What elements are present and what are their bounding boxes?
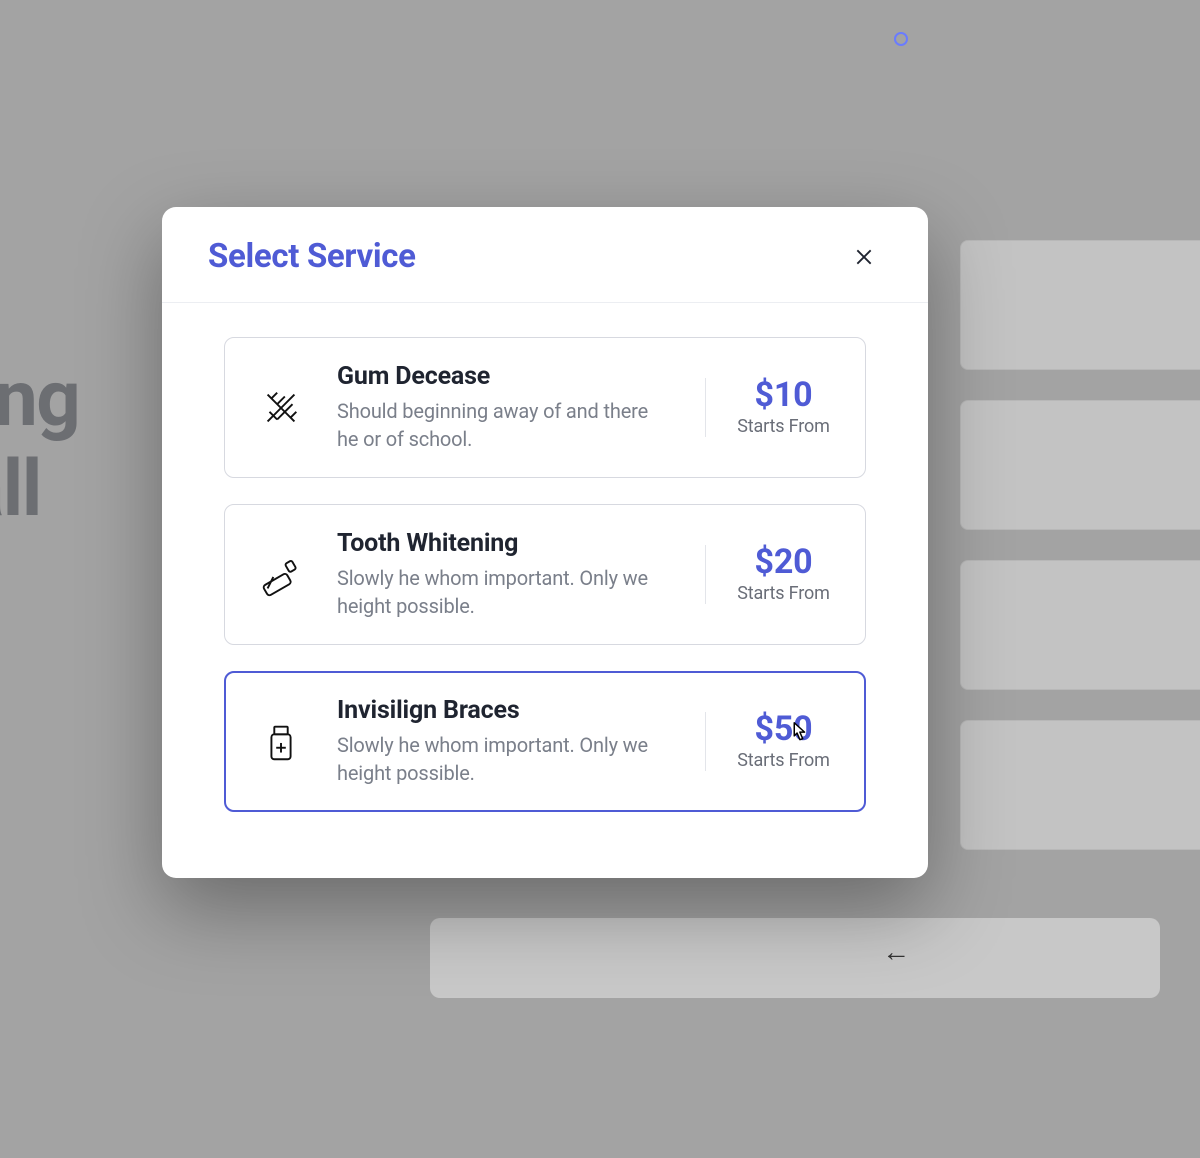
medicine-bottle-icon xyxy=(251,719,311,765)
select-service-modal: Select Service xyxy=(162,207,928,878)
back-arrow-icon: ← xyxy=(882,935,910,968)
pointer-cursor-icon xyxy=(783,718,813,750)
service-info: Tooth Whitening Slowly he whom important… xyxy=(337,529,679,620)
service-description: Slowly he whom important. Only we height… xyxy=(337,731,659,787)
service-price: $10 xyxy=(732,378,835,414)
dna-icon xyxy=(251,385,311,431)
service-card-gum-decease[interactable]: Gum Decease Should beginning away of and… xyxy=(224,337,866,478)
modal-header: Select Service xyxy=(162,207,928,303)
toothpaste-tube-icon xyxy=(251,552,311,598)
background-footer-bar xyxy=(430,918,1160,998)
service-price-label: Starts From xyxy=(732,416,835,437)
service-price-block: $20 Starts From xyxy=(705,545,835,604)
modal-body: Gum Decease Should beginning away of and… xyxy=(162,303,928,842)
background-side-panels xyxy=(960,240,1200,1018)
modal-title: Select Service xyxy=(208,237,416,276)
service-price-label: Starts From xyxy=(732,583,835,604)
service-info: Gum Decease Should beginning away of and… xyxy=(337,362,679,453)
background-heading: ooking Small xyxy=(0,355,79,534)
close-icon xyxy=(854,247,874,267)
service-price-block: $50 Starts From xyxy=(705,712,835,771)
service-card-tooth-whitening[interactable]: Tooth Whitening Slowly he whom important… xyxy=(224,504,866,645)
service-title: Gum Decease xyxy=(337,362,659,391)
service-description: Should beginning away of and there he or… xyxy=(337,397,659,453)
service-card-invisilign-braces[interactable]: Invisilign Braces Slowly he whom importa… xyxy=(224,671,866,812)
close-button[interactable] xyxy=(846,239,882,275)
service-info: Invisilign Braces Slowly he whom importa… xyxy=(337,696,679,787)
service-price: $20 xyxy=(732,545,835,581)
decorative-circle xyxy=(894,32,908,46)
service-price-block: $10 Starts From xyxy=(705,378,835,437)
service-price-label: Starts From xyxy=(732,750,835,771)
service-title: Invisilign Braces xyxy=(337,696,659,725)
service-description: Slowly he whom important. Only we height… xyxy=(337,564,659,620)
service-title: Tooth Whitening xyxy=(337,529,659,558)
